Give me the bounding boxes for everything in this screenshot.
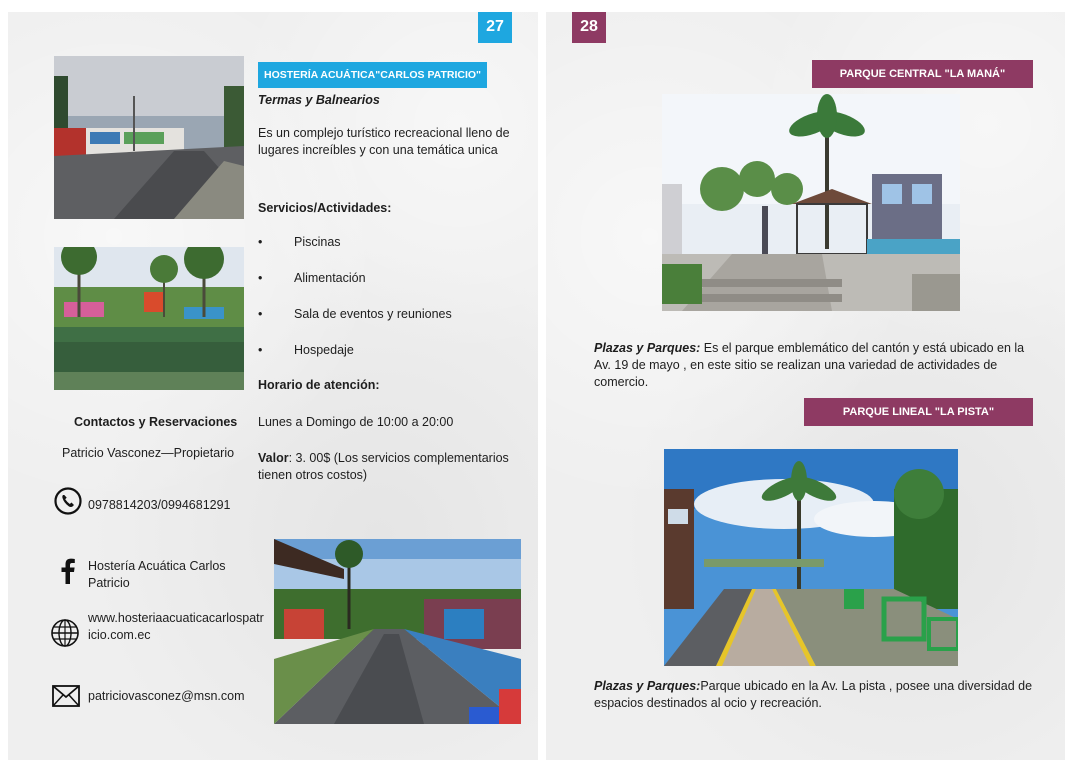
hours-heading: Horario de atención: [258, 378, 380, 392]
contact-person: Patricio Vasconez—Propietario [62, 446, 235, 460]
globe-icon [50, 618, 80, 653]
price-text: Valor: 3. 00$ (Los servicios complementa… [258, 450, 526, 484]
park-lineal-photo [664, 449, 958, 666]
hosteria-title-tag: HOSTERÍA ACUÁTICA"CARLOS PATRICIO" [258, 62, 488, 88]
envelope-icon [52, 685, 80, 712]
service-label: Hospedaje [294, 343, 354, 357]
service-label: Piscinas [294, 235, 341, 249]
hosteria-walkway-photo [274, 539, 521, 724]
park-lineal-description: Plazas y Parques:Parque ubicado en la Av… [594, 678, 1034, 712]
park-lineal-tag: PARQUE LINEAL "LA PISTA" [804, 398, 1033, 426]
bullet: • [258, 343, 263, 357]
bullet: • [258, 235, 263, 249]
left-page: 27 HOSTERÍA ACUÁTICA"CARLOS PATRICIO" Te… [8, 12, 538, 760]
hosteria-street-photo [54, 56, 244, 219]
phone-number[interactable]: 0978814203/0994681291 [88, 497, 231, 514]
phone-icon [54, 487, 82, 520]
page-number: 27 [478, 12, 512, 43]
park-central-category: Plazas y Parques: [594, 341, 701, 355]
website-link[interactable]: www.hosteriaacuaticacarlospatricio.com.e… [88, 610, 266, 644]
price-label: Valor [258, 451, 289, 465]
description-text: Es un complejo turístico recreacional ll… [258, 126, 510, 157]
bullet: • [258, 307, 263, 321]
park-central-photo [662, 94, 960, 311]
park-central-description: Plazas y Parques: Es el parque emblemáti… [594, 340, 1034, 391]
facebook-icon [58, 558, 78, 589]
page-number: 28 [572, 12, 606, 43]
facebook-link[interactable]: Hostería Acuática Carlos Patricio [88, 558, 248, 592]
email-link[interactable]: patriciovasconez@msn.com [88, 688, 245, 705]
hosteria-pool-photo [54, 247, 244, 390]
category-label: Termas y Balnearios [258, 93, 380, 107]
park-lineal-category: Plazas y Parques: [594, 679, 701, 693]
contacts-heading: Contactos y Reservaciones [74, 415, 238, 429]
bullet: • [258, 271, 263, 285]
hours-text: Lunes a Domingo de 10:00 a 20:00 [258, 415, 454, 429]
service-label: Sala de eventos y reuniones [294, 307, 452, 321]
right-page: 28 PARQUE CENTRAL "LA MANÁ" Plazas y Par… [546, 12, 1065, 760]
price-value: : 3. 00$ (Los servicios complementarios … [258, 451, 509, 482]
service-label: Alimentación [294, 271, 366, 285]
services-heading: Servicios/Actividades: [258, 201, 392, 215]
park-central-tag: PARQUE CENTRAL "LA MANÁ" [812, 60, 1033, 88]
